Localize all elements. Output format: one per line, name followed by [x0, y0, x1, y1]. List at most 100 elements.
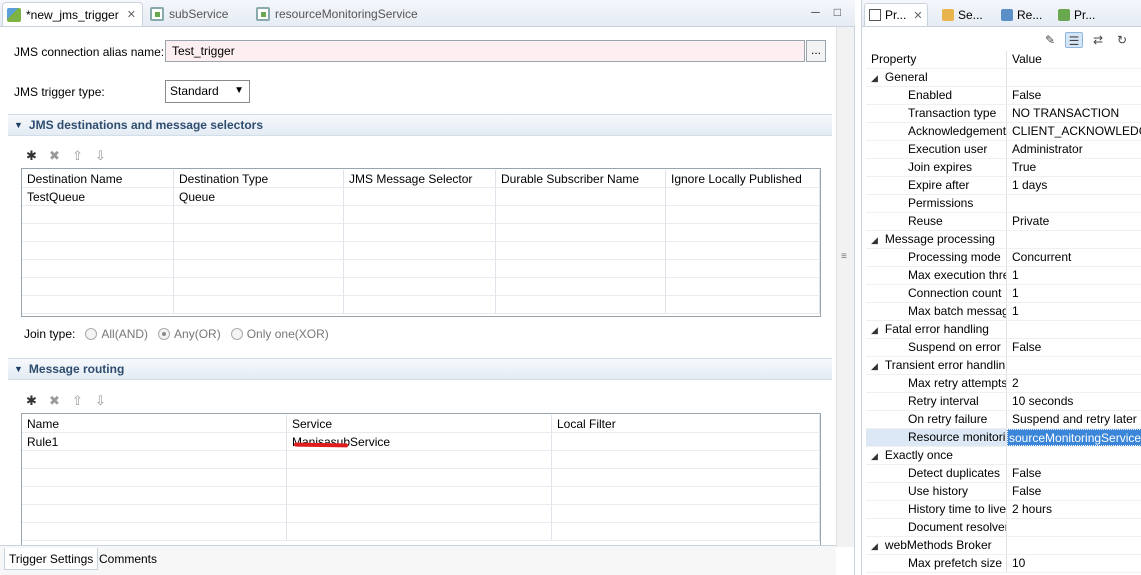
property-value[interactable]: 2	[1007, 375, 1141, 392]
property-value[interactable]: 1 days	[1007, 177, 1141, 194]
property-value[interactable]: Private	[1007, 213, 1141, 230]
property-row[interactable]: Document resolver	[866, 519, 1141, 537]
add-row-icon[interactable]: ✱	[24, 148, 39, 163]
property-row[interactable]: Use history False	[866, 483, 1141, 501]
table-cell[interactable]	[666, 188, 820, 206]
property-row[interactable]: History time to live 2 hours	[866, 501, 1141, 519]
property-value[interactable]: Administrator	[1007, 141, 1141, 158]
table-cell[interactable]	[552, 433, 820, 451]
column-header[interactable]: Value	[1007, 51, 1141, 68]
minimize-icon[interactable]: ─	[811, 5, 820, 19]
table-row[interactable]: Rule1 ManisasubService	[22, 433, 820, 451]
column-header[interactable]: Destination Name	[22, 170, 174, 188]
expand-triangle-icon[interactable]: ◢	[871, 451, 878, 461]
tab-results[interactable]: Re...	[1001, 3, 1042, 26]
column-header[interactable]: Property	[866, 51, 1007, 68]
table-cell[interactable]: TestQueue	[22, 188, 174, 206]
property-row[interactable]: Transaction type NO TRANSACTION	[866, 105, 1141, 123]
property-value[interactable]: CLIENT_ACKNOWLEDGE	[1007, 123, 1141, 140]
property-row[interactable]: Max retry attempts 2	[866, 375, 1141, 393]
property-category-row[interactable]: ◢ Message processing	[866, 231, 1141, 249]
expand-triangle-icon[interactable]: ◢	[871, 235, 878, 245]
move-up-icon[interactable]: ⇧	[70, 148, 85, 163]
table-row[interactable]: TestQueue Queue	[22, 188, 820, 206]
move-up-icon[interactable]: ⇧	[70, 393, 85, 408]
column-header[interactable]: JMS Message Selector	[344, 170, 496, 188]
expand-triangle-icon[interactable]: ◢	[871, 361, 878, 371]
connection-alias-field[interactable]: Test_trigger	[165, 40, 805, 62]
show-categories-icon[interactable]: ☰	[1065, 32, 1083, 48]
property-row[interactable]: AcknowledgementCLIENT_ACKNOWLEDGE	[866, 123, 1141, 141]
property-category-row[interactable]: ◢ General	[866, 69, 1141, 87]
table-cell[interactable]: Queue	[174, 188, 344, 206]
tab-resource-monitoring-service[interactable]: resourceMonitoringService	[256, 2, 418, 26]
property-row[interactable]: Join expires True	[866, 159, 1141, 177]
table-cell[interactable]: ManisasubService	[287, 433, 552, 451]
tab-properties[interactable]: Pr... ✕	[864, 3, 928, 26]
property-row[interactable]: Max batch messag 1	[866, 303, 1141, 321]
property-category-row[interactable]: ◢ webMethods Broker	[866, 537, 1141, 555]
tab-comments[interactable]: Comments	[95, 548, 161, 570]
property-category-row[interactable]: ◢ Fatal error handling	[866, 321, 1141, 339]
expand-triangle-icon[interactable]: ◢	[871, 325, 878, 335]
property-value[interactable]: 1	[1007, 267, 1141, 284]
tab-trigger-settings[interactable]: Trigger Settings	[4, 548, 99, 570]
tab-search[interactable]: Se...	[942, 3, 983, 26]
property-row[interactable]: Max execution thre 1	[866, 267, 1141, 285]
property-value[interactable]: 10	[1007, 555, 1141, 572]
tab-pipeline[interactable]: Pr...	[1058, 3, 1095, 26]
filter-advanced-icon[interactable]: ⇄	[1089, 32, 1107, 48]
property-category-row[interactable]: ◢ Transient error handlin	[866, 357, 1141, 375]
property-row[interactable]: On retry failure Suspend and retry later	[866, 411, 1141, 429]
radio-only-one-xor[interactable]: Only one(XOR)	[230, 327, 329, 341]
property-value[interactable]: 1	[1007, 303, 1141, 320]
trigger-type-select[interactable]: Standard ▼	[165, 80, 250, 103]
property-row[interactable]: Permissions	[866, 195, 1141, 213]
expand-triangle-icon[interactable]: ◢	[871, 541, 878, 551]
property-value[interactable]: False	[1007, 465, 1141, 482]
editor-scrollbar[interactable]: ≡	[836, 27, 854, 547]
move-down-icon[interactable]: ⇩	[93, 148, 108, 163]
property-value[interactable]: sourceMonitoringService	[1007, 429, 1141, 446]
property-row[interactable]: Suspend on error False	[866, 339, 1141, 357]
property-value[interactable]: 1	[1007, 285, 1141, 302]
property-row[interactable]: Enabled False	[866, 87, 1141, 105]
routing-section-header[interactable]: ▼ Message routing	[8, 358, 832, 380]
property-value[interactable]	[1007, 195, 1141, 212]
property-value[interactable]	[1007, 519, 1141, 536]
property-row[interactable]: Execution user Administrator	[866, 141, 1141, 159]
maximize-icon[interactable]: □	[834, 5, 841, 19]
delete-icon[interactable]: ✖	[47, 393, 62, 408]
tab-new-jms-trigger[interactable]: *new_jms_trigger ✕	[2, 2, 143, 26]
column-header[interactable]: Ignore Locally Published	[666, 170, 820, 188]
move-down-icon[interactable]: ⇩	[93, 393, 108, 408]
close-icon[interactable]: ✕	[913, 9, 922, 22]
delete-icon[interactable]: ✖	[47, 148, 62, 163]
add-row-icon[interactable]: ✱	[24, 393, 39, 408]
property-row[interactable]: Retry interval 10 seconds	[866, 393, 1141, 411]
property-row[interactable]: Max prefetch size 10	[866, 555, 1141, 573]
property-row[interactable]: Resource monitori sourceMonitoringService	[866, 429, 1141, 447]
tab-subservice[interactable]: subService	[150, 2, 228, 26]
table-cell[interactable]	[344, 188, 496, 206]
radio-any-or[interactable]: Any(OR)	[158, 327, 221, 341]
destinations-section-header[interactable]: ▼ JMS destinations and message selectors	[8, 114, 832, 136]
column-header[interactable]: Destination Type	[174, 170, 344, 188]
property-row[interactable]: Expire after 1 days	[866, 177, 1141, 195]
property-value[interactable]: Suspend and retry later	[1007, 411, 1141, 428]
property-row[interactable]: Processing mode Concurrent	[866, 249, 1141, 267]
pin-icon[interactable]: ✎	[1041, 32, 1059, 48]
table-cell[interactable]	[496, 188, 666, 206]
column-header[interactable]: Durable Subscriber Name	[496, 170, 666, 188]
radio-all-and[interactable]: All(AND)	[85, 327, 148, 341]
property-value[interactable]: True	[1007, 159, 1141, 176]
property-category-row[interactable]: ◢ Exactly once	[866, 447, 1141, 465]
property-row[interactable]: Reuse Private	[866, 213, 1141, 231]
expand-triangle-icon[interactable]: ◢	[871, 73, 878, 83]
close-icon[interactable]: ✕	[127, 8, 136, 21]
property-value[interactable]: False	[1007, 87, 1141, 104]
property-value[interactable]: False	[1007, 339, 1141, 356]
table-cell[interactable]: Rule1	[22, 433, 287, 451]
property-row[interactable]: Connection count 1	[866, 285, 1141, 303]
property-value[interactable]: Concurrent	[1007, 249, 1141, 266]
